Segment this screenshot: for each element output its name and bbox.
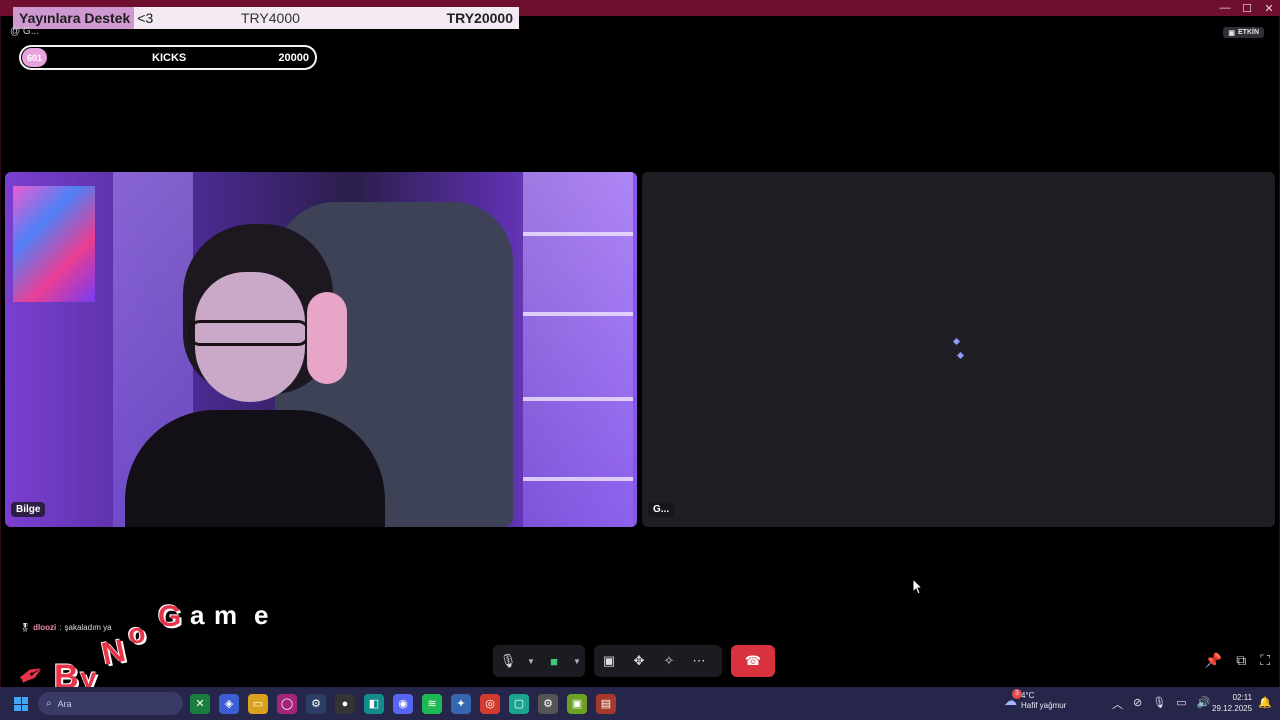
active-status-label: ETKİN (1238, 29, 1259, 36)
chat-overlay-message: 🎖 dloozi : şakaladım ya (20, 623, 112, 632)
chat-user-icon: 🎖 (20, 623, 31, 632)
shelf-board (523, 232, 633, 236)
popout-icon[interactable]: ⧉ (1236, 652, 1246, 669)
media-controls: 🎙 ▼ ■ ▼ (493, 645, 585, 677)
call-actions: ▣ ✥ ✧ ⋯ (594, 645, 722, 677)
donation-goal-banner: Yayınlara Destek <3 TRY4000 TRY20000 (13, 7, 519, 29)
taskbar-search[interactable]: ⌕ Ara (38, 692, 183, 715)
system-tray: ︿ ⊘ 🎙 ▭ 🔊 (1112, 696, 1210, 712)
settings-icon[interactable]: ⚙ (538, 693, 558, 714)
game-launcher-icon[interactable]: ◧ (364, 693, 384, 714)
taskbar: ⌕ Ara ✕ ◈ ▭ ◯ ⚙ ● ◧ ◉ ≋ ✦ ◎ ▢ ⚙ ▣ ▤ ☁ 3 … (0, 687, 1280, 720)
soundboard-icon[interactable]: ✧ (654, 645, 684, 677)
minimize-button[interactable]: — (1214, 0, 1236, 16)
clock-date: 29.12.2025 (1212, 704, 1253, 713)
right-shelf (523, 172, 633, 527)
loading-indicator (956, 351, 965, 360)
shelf-board (523, 397, 633, 401)
search-placeholder: Ara (57, 698, 72, 709)
participant-name: G... (648, 502, 675, 517)
notification-icon[interactable]: 🔔 (1258, 696, 1272, 709)
activities-icon[interactable]: ✥ (624, 645, 654, 677)
clock[interactable]: 02:11 29.12.2025 (1212, 692, 1252, 714)
fullscreen-icon[interactable]: ⛶ (1260, 652, 1270, 669)
microphone-tray-icon[interactable]: 🎙 (1152, 696, 1166, 712)
donation-goal-amount: TRY20000 (446, 10, 513, 26)
kicks-count-badge: 601 (22, 48, 47, 67)
shelf-board (523, 312, 633, 316)
loading-indicator (952, 337, 961, 346)
winrar-icon[interactable]: ▤ (596, 693, 616, 714)
hangup-button[interactable]: ☎ (731, 645, 775, 677)
active-status-badge: ▣ ETKİN (1223, 27, 1264, 38)
chat-app-icon[interactable]: ▢ (509, 693, 529, 714)
donation-mid-amount: TRY4000 (241, 10, 300, 26)
search-icon: ⌕ (46, 698, 52, 709)
more-icon[interactable]: ⋯ (684, 645, 714, 677)
ai-app-icon[interactable]: ✦ (451, 693, 471, 714)
watermark-logo: ✒ B y N o G a m e (10, 600, 269, 698)
participant-name: Bilge (11, 502, 46, 517)
wall-poster (13, 186, 95, 302)
shelf-board (523, 477, 633, 481)
no-network-icon[interactable]: ⊘ (1133, 696, 1142, 712)
chrome-icon[interactable]: ◎ (480, 693, 500, 714)
microphone-icon[interactable]: 🎙 (493, 645, 523, 677)
pin-icon[interactable]: 📌 (1205, 652, 1222, 669)
tray-overflow-chevron-icon[interactable]: ︿ (1112, 696, 1123, 712)
activity-icon: ▣ (1228, 29, 1235, 37)
close-button[interactable]: ✕ (1258, 0, 1280, 16)
video-tile-g[interactable]: G... (642, 172, 1275, 527)
chat-separator: : (59, 623, 62, 632)
spotify-icon[interactable]: ≋ (422, 693, 442, 714)
weather-alert-badge: 3 (1012, 689, 1022, 699)
donation-hearts: <3 (137, 10, 154, 26)
kicks-label: KICKS (152, 51, 187, 64)
weather-desc: Hafif yağmur (1021, 701, 1067, 710)
kicks-goal: 20000 (278, 51, 309, 64)
call-view-controls: 📌 ⧉ ⛶ (1205, 652, 1270, 669)
headset (307, 292, 347, 384)
kicks-goal-bar: 601 KICKS 20000 (19, 45, 317, 70)
clock-time: 02:11 (1232, 693, 1253, 702)
discord-icon[interactable]: ◉ (393, 693, 413, 714)
weather-temp: 4°C (1021, 691, 1035, 700)
obs-icon[interactable]: ● (335, 693, 355, 714)
chat-message: şakaladım ya (64, 623, 112, 632)
volume-icon[interactable]: 🔊 (1197, 696, 1211, 712)
screen-share-icon[interactable]: ▣ (594, 645, 624, 677)
mic-options-chevron-icon[interactable]: ▼ (523, 645, 539, 677)
camera-options-chevron-icon[interactable]: ▼ (569, 645, 585, 677)
camera-icon[interactable]: ■ (539, 645, 569, 677)
weather-widget[interactable]: ☁ 3 4°C Hafif yağmur (1004, 689, 1067, 711)
file-explorer-icon[interactable]: ▭ (248, 693, 268, 714)
server-tag: @ G... (10, 26, 40, 37)
video-tile-bilge[interactable]: Bilge (5, 172, 637, 527)
taskbar-apps: ✕ ◈ ▭ ◯ ⚙ ● ◧ ◉ ≋ ✦ ◎ ▢ ⚙ ▣ ▤ (190, 687, 616, 720)
display-icon[interactable]: ▭ (1176, 696, 1186, 712)
glasses (188, 320, 310, 346)
hangup-icon: ☎ (744, 653, 762, 668)
opera-gx-icon[interactable]: ◯ (277, 693, 297, 714)
windows-start-icon[interactable] (14, 697, 28, 711)
steam-icon[interactable]: ⚙ (306, 693, 326, 714)
person-body (125, 410, 385, 527)
nvidia-icon[interactable]: ▣ (567, 693, 587, 714)
xbox-icon[interactable]: ✕ (190, 693, 210, 714)
chat-username: dloozi (33, 623, 57, 632)
copilot-icon[interactable]: ◈ (219, 693, 239, 714)
maximize-button[interactable]: ☐ (1236, 0, 1258, 16)
